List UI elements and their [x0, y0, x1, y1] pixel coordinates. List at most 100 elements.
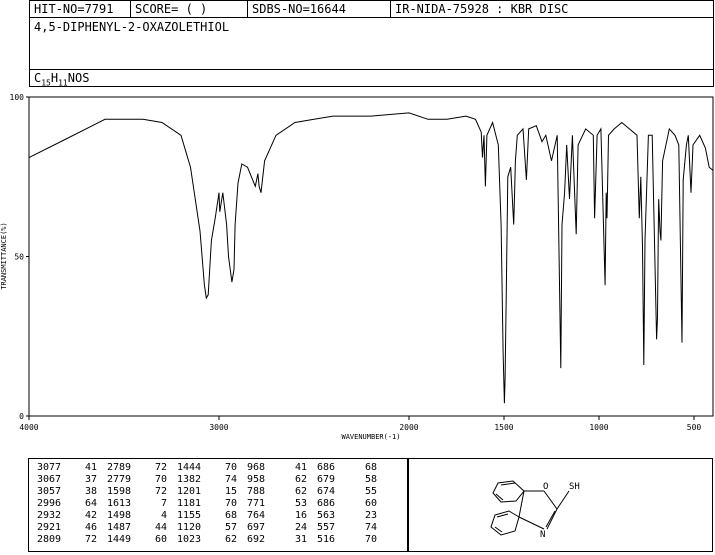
peak-row: 1023 62 [177, 534, 247, 546]
peak-row: 1201 15 [177, 486, 247, 498]
peak-row: 1487 44 [107, 522, 177, 534]
x-tick-label: 4000 [19, 423, 38, 432]
atom-o: O [543, 482, 548, 492]
peak-row: 788 62 [247, 486, 317, 498]
x-tick-label: 3000 [209, 423, 228, 432]
peak-wavenumber: 1444 [177, 462, 202, 473]
peak-transmittance: 46 [84, 522, 97, 533]
peak-wavenumber: 1155 [177, 510, 202, 521]
peak-wavenumber: 2996 [37, 498, 62, 509]
peak-transmittance: 74 [224, 474, 237, 485]
peak-transmittance: 41 [294, 462, 307, 473]
peak-row: 1498 4 [107, 510, 177, 522]
peak-row: 2789 72 [107, 462, 177, 474]
peak-wavenumber: 686 [317, 462, 336, 473]
peak-wavenumber: 697 [247, 522, 266, 533]
peak-row: 1444 70 [177, 462, 247, 474]
peak-transmittance: 74 [364, 522, 377, 533]
peak-transmittance: 44 [154, 522, 167, 533]
peak-row: 2779 70 [107, 474, 177, 486]
peak-row: 1598 72 [107, 486, 177, 498]
peak-row: 968 41 [247, 462, 317, 474]
peak-row: 697 24 [247, 522, 317, 534]
peak-transmittance: 53 [294, 498, 307, 509]
peak-wavenumber: 3077 [37, 462, 62, 473]
compound-box: 4,5-DIPHENYL-2-OXAZOLETHIOL C15H11NOS [29, 17, 714, 87]
peak-transmittance: 4 [160, 510, 167, 521]
peak-row: 686 68 [317, 462, 387, 474]
peak-transmittance: 70 [224, 498, 237, 509]
peak-transmittance: 42 [84, 510, 97, 521]
peak-transmittance: 62 [294, 474, 307, 485]
peak-row: 2932 42 [37, 510, 107, 522]
peak-transmittance: 60 [154, 534, 167, 545]
peak-transmittance: 70 [364, 534, 377, 545]
y-tick-label: 0 [19, 412, 24, 421]
peak-wavenumber: 1382 [177, 474, 202, 485]
peak-wavenumber: 516 [317, 534, 336, 545]
molecular-formula: C15H11NOS [34, 71, 90, 88]
peak-transmittance: 16 [294, 510, 307, 521]
peak-wavenumber: 764 [247, 510, 266, 521]
peak-transmittance: 58 [364, 474, 377, 485]
peak-transmittance: 37 [84, 474, 97, 485]
peak-wavenumber: 958 [247, 474, 266, 485]
peak-transmittance: 55 [364, 486, 377, 497]
peak-row: 2921 46 [37, 522, 107, 534]
peak-wavenumber: 1498 [107, 510, 132, 521]
peak-row: 516 70 [317, 534, 387, 546]
peak-transmittance: 68 [364, 462, 377, 473]
y-axis-label: TRANSMITTANCE(%) [0, 222, 8, 289]
peak-wavenumber: 1613 [107, 498, 132, 509]
peak-transmittance: 7 [160, 498, 167, 509]
peak-transmittance: 72 [84, 534, 97, 545]
peak-row: 771 53 [247, 498, 317, 510]
peak-wavenumber: 968 [247, 462, 266, 473]
peak-row: 3057 38 [37, 486, 107, 498]
peak-wavenumber: 771 [247, 498, 266, 509]
peak-column: 686 68 679 58 674 55 686 60 563 23 557 74 516 70 [317, 462, 387, 546]
molecule-structure: O N SH [490, 480, 580, 540]
peak-wavenumber: 3067 [37, 474, 62, 485]
peak-table: 3077 41 3067 37 3057 38 2996 64 2932 42 2921 46 2809… [28, 458, 408, 552]
peak-wavenumber: 563 [317, 510, 336, 521]
ir-nida-cell: IR-NIDA-75928 : KBR DISC [390, 0, 714, 18]
peak-column: 3077 41 3067 37 3057 38 2996 64 2932 42 2921 46 2809… [37, 462, 107, 546]
peak-row: 958 62 [247, 474, 317, 486]
ir-nida: IR-NIDA-75928 : KBR DISC [395, 2, 569, 16]
peak-transmittance: 72 [154, 462, 167, 473]
peak-row: 3077 41 [37, 462, 107, 474]
peak-column: 968 41 958 62 788 62 771 53 764 16 697 24 692 31 [247, 462, 317, 546]
peak-transmittance: 62 [224, 534, 237, 545]
ir-spectrum-chart: 4000 3000 2000 1500 1000 500 0 50 100 WAVENUMBE… [0, 93, 714, 441]
peak-row: 1613 7 [107, 498, 177, 510]
peak-transmittance: 62 [294, 486, 307, 497]
peak-row: 2996 64 [37, 498, 107, 510]
peak-row: 692 31 [247, 534, 317, 546]
peak-row: 679 58 [317, 474, 387, 486]
peak-row: 1120 57 [177, 522, 247, 534]
score: SCORE= ( ) [135, 2, 208, 16]
peak-wavenumber: 788 [247, 486, 266, 497]
peak-row: 1382 74 [177, 474, 247, 486]
peak-wavenumber: 1120 [177, 522, 202, 533]
peak-wavenumber: 679 [317, 474, 336, 485]
peak-wavenumber: 1487 [107, 522, 132, 533]
peak-transmittance: 15 [224, 486, 237, 497]
y-tick-label: 50 [14, 253, 24, 262]
peak-wavenumber: 686 [317, 498, 336, 509]
hit-no-cell: HIT-NO=7791 [29, 0, 131, 18]
y-axis-ticks: 0 50 100 [10, 93, 29, 421]
x-tick-label: 2000 [399, 423, 418, 432]
sdbs-no-cell: SDBS-NO=16644 [247, 0, 391, 18]
structure-box: O N SH [408, 458, 713, 552]
sdbs-no: SDBS-NO=16644 [252, 2, 346, 16]
peak-wavenumber: 1201 [177, 486, 202, 497]
score-cell: SCORE= ( ) [130, 0, 248, 18]
atom-sh: SH [569, 482, 580, 492]
x-tick-label: 1000 [589, 423, 608, 432]
peak-wavenumber: 2779 [107, 474, 132, 485]
peak-transmittance: 64 [84, 498, 97, 509]
peak-wavenumber: 1181 [177, 498, 202, 509]
peak-transmittance: 41 [84, 462, 97, 473]
